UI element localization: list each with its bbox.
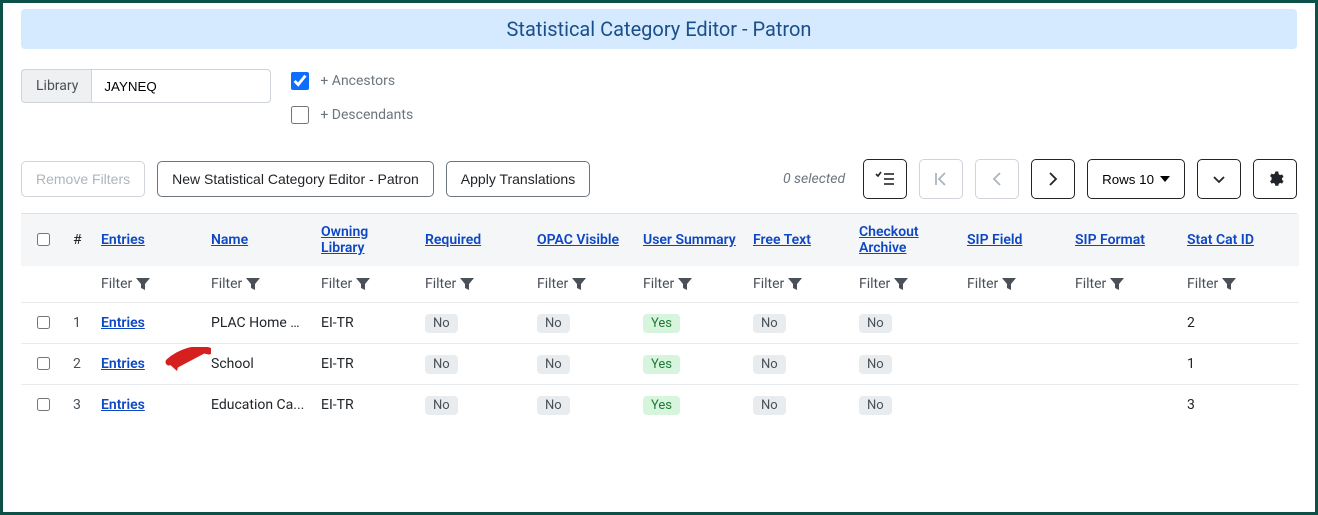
filter-sip-format[interactable]: Filter	[1075, 276, 1171, 292]
status-badge: No	[859, 355, 892, 374]
row-num: 2	[65, 344, 93, 385]
filter-owning[interactable]: Filter	[321, 276, 409, 292]
filter-entries[interactable]: Filter	[101, 276, 195, 292]
status-badge: No	[753, 355, 786, 374]
col-sip-field[interactable]: SIP Field	[967, 232, 1022, 248]
table-row[interactable]: 3 Entries Education Ca...EI-TR No No Yes No No 3	[21, 385, 1299, 426]
col-name[interactable]: Name	[211, 232, 248, 248]
status-badge: Yes	[643, 355, 680, 374]
apply-translations-button[interactable]: Apply Translations	[446, 161, 590, 197]
category-table: # Entries Name Owning Library Required O…	[21, 214, 1299, 425]
ancestors-toggle[interactable]: + Ancestors	[287, 69, 413, 93]
row-owning: EI-TR	[313, 344, 417, 385]
col-opac-visible[interactable]: OPAC Visible	[537, 232, 619, 248]
ancestors-label: + Ancestors	[320, 73, 395, 89]
table-row[interactable]: 1 Entries PLAC Home L...EI-TR No No Yes No No 2	[21, 303, 1299, 344]
status-badge: Yes	[643, 314, 680, 333]
settings-button[interactable]	[1253, 159, 1297, 199]
row-sip-format	[1067, 344, 1179, 385]
first-page-button[interactable]	[919, 159, 963, 199]
row-stat-id: 2	[1179, 303, 1299, 344]
col-owning-library[interactable]: Owning Library	[321, 224, 368, 256]
select-all-checkbox[interactable]	[37, 233, 50, 246]
filter-checkout[interactable]: Filter	[859, 276, 951, 292]
filter-sip-field[interactable]: Filter	[967, 276, 1059, 292]
filter-stat-id[interactable]: Filter	[1187, 276, 1291, 292]
status-badge: No	[425, 355, 458, 374]
row-name: PLAC Home L...	[203, 303, 313, 344]
gear-icon	[1266, 170, 1284, 188]
status-badge: No	[537, 396, 570, 415]
next-page-button[interactable]	[1031, 159, 1075, 199]
status-badge: No	[859, 314, 892, 333]
col-num: #	[65, 214, 93, 266]
filter-opac[interactable]: Filter	[537, 276, 627, 292]
library-input[interactable]	[91, 69, 271, 103]
new-category-button[interactable]: New Statistical Category Editor - Patron	[157, 161, 434, 197]
status-badge: No	[537, 314, 570, 333]
rows-per-page-dropdown[interactable]: Rows 10	[1087, 159, 1185, 199]
row-name: School	[203, 344, 313, 385]
status-badge: No	[859, 396, 892, 415]
col-sip-format[interactable]: SIP Format	[1075, 232, 1145, 248]
ancestors-checkbox[interactable]	[291, 72, 309, 90]
descendants-label: + Descendants	[320, 107, 413, 123]
row-checkbox[interactable]	[37, 357, 50, 370]
filter-user[interactable]: Filter	[643, 276, 737, 292]
status-badge: No	[425, 314, 458, 333]
row-stat-id: 3	[1179, 385, 1299, 426]
filter-required[interactable]: Filter	[425, 276, 521, 292]
row-sip-field	[959, 344, 1067, 385]
status-badge: No	[537, 355, 570, 374]
status-badge: No	[753, 314, 786, 333]
row-name: Education Ca...	[203, 385, 313, 426]
entries-link[interactable]: Entries	[101, 356, 145, 372]
col-checkout-archive[interactable]: Checkout Archive	[859, 224, 919, 256]
checklist-icon-button[interactable]	[863, 159, 907, 199]
filter-free[interactable]: Filter	[753, 276, 843, 292]
row-owning: EI-TR	[313, 303, 417, 344]
row-num: 1	[65, 303, 93, 344]
remove-filters-button[interactable]: Remove Filters	[21, 161, 145, 197]
row-checkbox[interactable]	[37, 398, 50, 411]
row-num: 3	[65, 385, 93, 426]
col-stat-cat-id[interactable]: Stat Cat ID	[1187, 232, 1254, 248]
caret-down-icon	[1160, 176, 1170, 182]
expand-dropdown-button[interactable]	[1197, 159, 1241, 199]
filter-name[interactable]: Filter	[211, 276, 305, 292]
row-sip-format	[1067, 303, 1179, 344]
prev-page-button[interactable]	[975, 159, 1019, 199]
status-badge: No	[753, 396, 786, 415]
status-badge: No	[425, 396, 458, 415]
rows-label: Rows 10	[1102, 172, 1154, 187]
row-stat-id: 1	[1179, 344, 1299, 385]
row-sip-field	[959, 303, 1067, 344]
page-title: Statistical Category Editor - Patron	[21, 9, 1297, 49]
row-checkbox[interactable]	[37, 316, 50, 329]
row-owning: EI-TR	[313, 385, 417, 426]
status-badge: Yes	[643, 396, 680, 415]
table-row[interactable]: 2 Entries SchoolEI-TR No No Yes No No 1	[21, 344, 1299, 385]
library-label: Library	[21, 69, 92, 103]
col-user-summary[interactable]: User Summary	[643, 232, 736, 248]
col-entries[interactable]: Entries	[101, 232, 145, 248]
row-sip-format	[1067, 385, 1179, 426]
descendants-checkbox[interactable]	[291, 106, 309, 124]
col-free-text[interactable]: Free Text	[753, 232, 811, 248]
row-sip-field	[959, 385, 1067, 426]
selected-count: 0 selected	[783, 171, 845, 187]
descendants-toggle[interactable]: + Descendants	[287, 103, 413, 127]
col-required[interactable]: Required	[425, 232, 481, 248]
entries-link[interactable]: Entries	[101, 315, 145, 331]
entries-link[interactable]: Entries	[101, 397, 145, 413]
